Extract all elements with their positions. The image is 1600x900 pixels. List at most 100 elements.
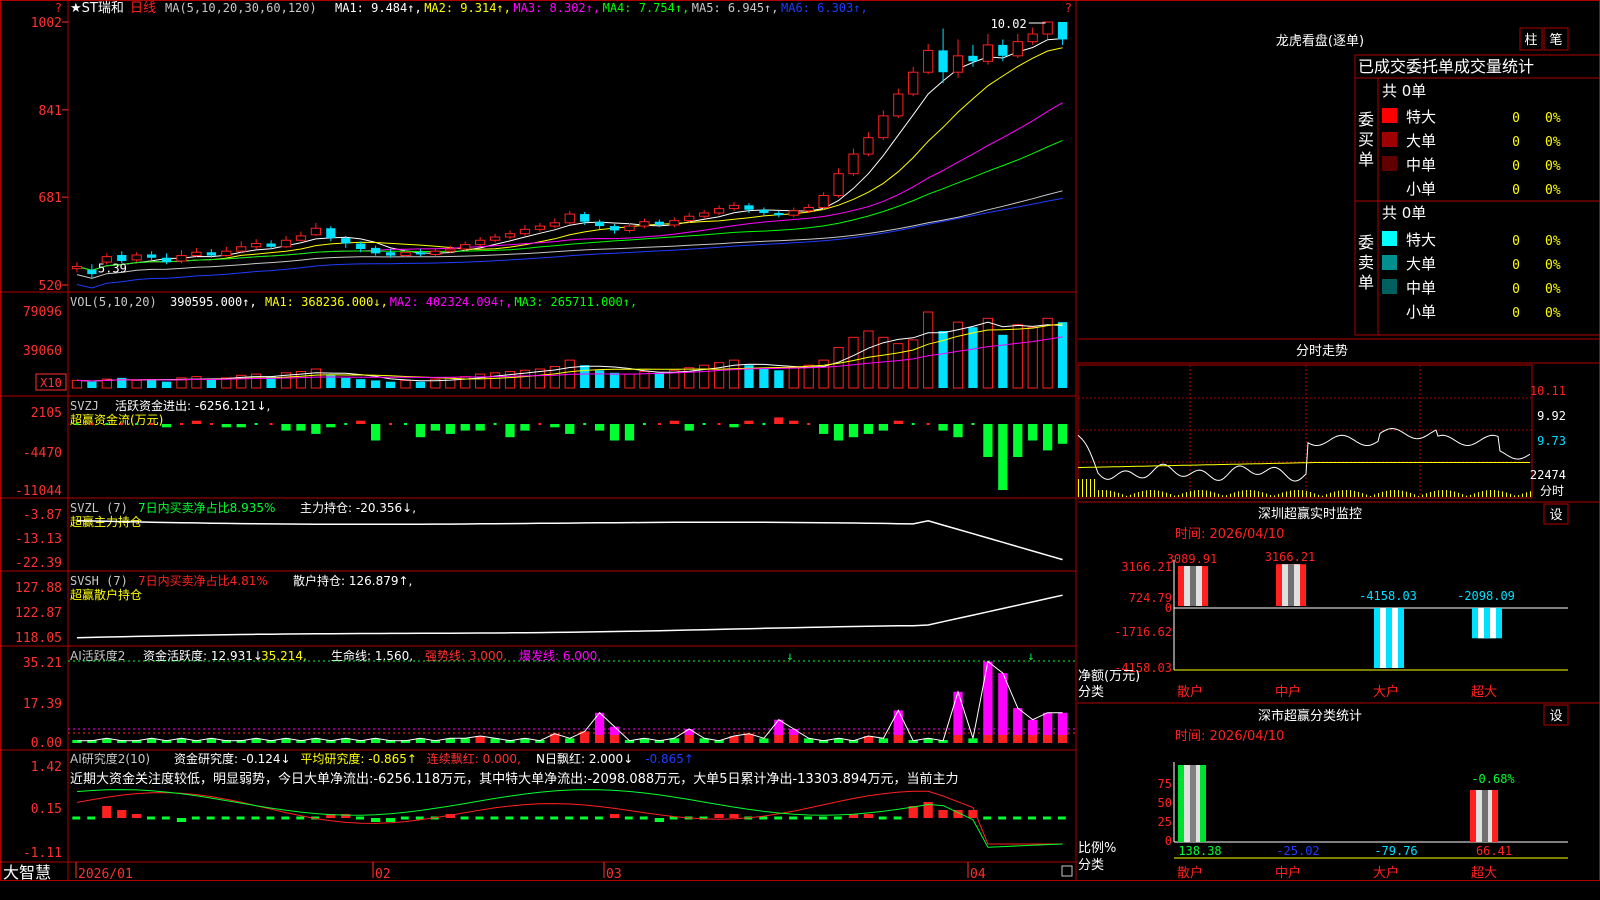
price-tick-520: 520 [39,279,62,294]
fs-volume-tick [1226,495,1227,497]
sell-side-label: 卖 [1358,253,1374,272]
ai2-bar-neg [385,818,396,822]
ai1-bar-base [998,735,1008,743]
date-label-3: 04 [970,867,986,882]
svzj-tick-0: 2105 [31,406,62,421]
candle-body-up [1012,41,1023,57]
svzj-bar-neg [236,424,246,428]
svzj-dot [90,423,94,425]
svzl-tick-1: -13.13 [15,532,62,547]
svzj-dot [179,423,183,425]
volume-bar-down [580,365,590,388]
svzj-dot [911,423,915,425]
fs-volume-tick [1246,490,1247,497]
volume-bar-up [1027,326,1038,389]
ai2-tick-1: 0.15 [31,802,62,817]
fs-volume-tick [1102,490,1103,497]
svzj-bar-neg [281,424,291,431]
fs-volume-tick [1474,493,1475,497]
fs-chart-frame [1077,364,1533,499]
svzj-dot [702,423,706,425]
ai1-bar-explode [1057,712,1068,735]
vol-value: 390595.000↑, [170,295,257,309]
sell-row-name: 小单 [1406,303,1436,321]
svzj-bar-neg [833,424,844,441]
ai1-bar-base [953,735,963,743]
candle-body-up [280,239,292,248]
candle-body-up [310,227,322,236]
fs-volume-tick [1150,490,1151,497]
ma-value-1: MA1: 9.484↑, [335,1,422,15]
vol-unit: X10 [40,376,62,390]
ai1-bar-base [774,735,784,743]
cls-cat-0: 散户 [1177,865,1203,881]
ai2-dash [774,816,783,820]
date-label-2: 03 [606,867,622,882]
sell-total: 共 0单 [1382,204,1426,222]
fs-volume-tick [1270,495,1271,497]
fs-volume-tick [1234,492,1235,497]
fs-volume-tick [1282,492,1283,497]
fs-volume-tick [1398,490,1399,497]
fs-volume-tick [1326,494,1327,497]
svzj-sub: 超赢资金流(万元) [70,412,163,427]
fs-volume-tick [1230,493,1231,497]
candle-body-up [684,215,695,222]
volume-bar-up [908,339,919,389]
buy-side-label: 买 [1358,130,1374,149]
fs-volume-tick [1178,494,1179,497]
fs-volume-tick [1250,490,1251,497]
ai2-dash [1013,816,1022,820]
mon-settings-label: 设 [1549,508,1562,523]
sell-row-swatch [1382,279,1397,294]
fs-volume-tick [1330,492,1331,497]
candle-body-up [878,115,889,139]
candle-body-up [400,251,411,257]
fs-volume-tick [1082,479,1083,497]
ai2-dash [1042,816,1051,820]
candle-body-down [341,238,351,244]
svzj-bar-neg [624,424,635,441]
candle-body-up [713,208,725,214]
fs-volume-tick [1514,495,1515,497]
fs-volume-tick [1346,490,1347,497]
svzj-bar-neg [161,424,172,428]
fs-volume-tick [1186,492,1187,497]
fs-volume-tick [1106,490,1107,497]
svzj-bar-neg [430,424,440,431]
fs-volume-tick [1134,493,1135,497]
stats-title: 已成交委托单成交量统计 [1358,57,1534,76]
kline-main-svg: ★ST瑞和 日线 MA(5,10,20,30,60,120) MA1: 9.484↑,… [0,0,1600,882]
ai1-bar-base [684,735,694,743]
candle-body-down [385,252,396,256]
svzj-dot [403,423,407,425]
fs-volume-tick [1374,494,1375,497]
ai2-dash [72,816,81,820]
svzj-dot [642,423,646,425]
fs-volume-tick [1290,490,1291,497]
candle-body-down [161,257,172,263]
volume-bar-up [863,330,874,389]
cls-tick-2: 25 [1158,815,1172,829]
svzj-bar-pos [669,420,679,424]
cls-value-3: 66.41 [1476,844,1512,858]
svzj-dot [389,423,393,425]
fs-volume-tick [1354,490,1355,497]
buy-row-swatch [1382,180,1397,195]
fs-volume-tick [1202,490,1203,497]
ai1-bar [460,738,470,743]
sell-side-label: 委 [1358,233,1374,252]
buy-side-label: 委 [1358,110,1374,129]
fs-volume-tick [1510,493,1511,497]
volume-bar-down [609,372,620,388]
ai2-bar-neg [654,818,664,822]
buy-row-name: 特大 [1406,108,1436,126]
fs-volume-tick [1238,491,1239,497]
ai1-tick-1: 17.39 [23,697,62,712]
svzj-tick-2: -11044 [15,484,62,499]
ai1-bar-explode [953,691,963,735]
volume-bar-down [415,381,426,388]
svzj-bar-neg [445,424,455,434]
svsh-tick-0: 127.88 [15,581,62,596]
svzj-bar-neg [863,424,874,434]
